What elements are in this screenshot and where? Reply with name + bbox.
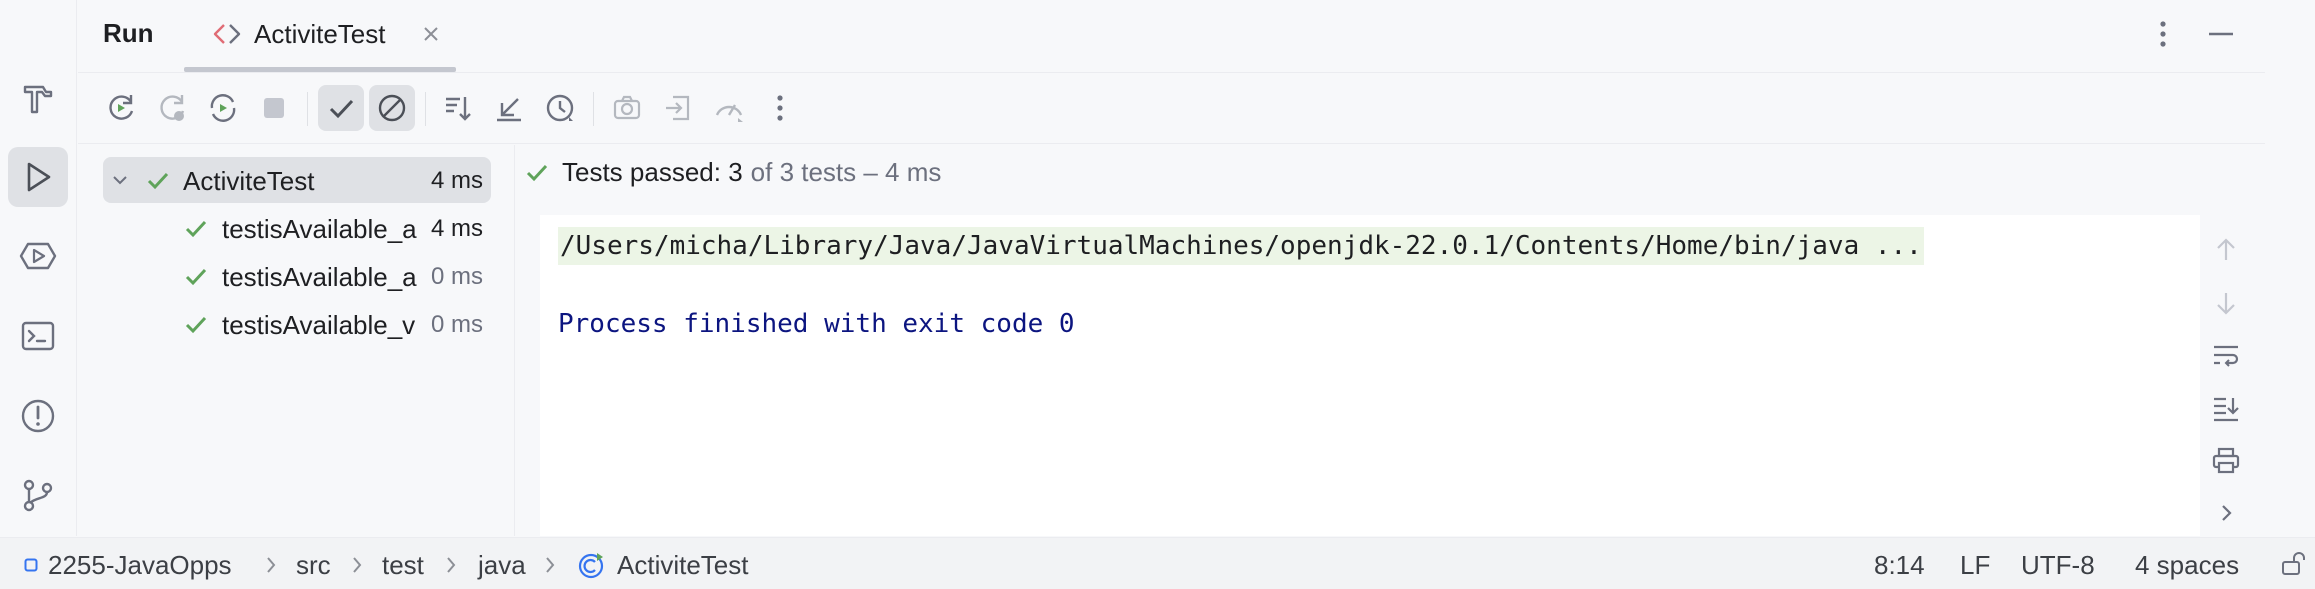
run-icon[interactable] xyxy=(8,147,68,207)
toolbar-separator xyxy=(425,92,426,126)
scroll-to-end-icon[interactable] xyxy=(2206,388,2246,428)
chevron-right-icon xyxy=(350,555,364,575)
tool-window-title: Run xyxy=(103,18,154,48)
arrow-up-icon[interactable] xyxy=(2206,230,2246,270)
history-icon[interactable] xyxy=(537,85,583,131)
test-status-line: Tests passed: 3 of 3 tests – 4 ms xyxy=(524,157,941,188)
tree-node-time: 4 ms xyxy=(430,215,483,242)
problems-icon[interactable] xyxy=(8,386,68,446)
toolbar-separator xyxy=(593,92,594,126)
tree-node-root[interactable]: ActiviteTest 4 ms xyxy=(103,157,491,203)
test-passed-icon xyxy=(183,216,209,242)
tree-node-time: 0 ms xyxy=(430,311,483,338)
tests-summary: of 3 tests – 4 ms xyxy=(750,157,942,187)
console-side-toolbar xyxy=(2190,145,2265,536)
tree-node-test[interactable]: testisAvailable_a 0 ms xyxy=(103,253,491,299)
tree-node-test[interactable]: testisAvailable_v 0 ms xyxy=(103,301,491,347)
chevron-right-icon[interactable] xyxy=(2206,493,2246,533)
test-class-icon xyxy=(577,550,607,580)
test-passed-icon xyxy=(183,312,209,338)
exit-message: Process finished with exit code 0 xyxy=(558,309,1075,339)
caret-position[interactable]: 8:14 xyxy=(1874,550,1925,581)
active-tab-indicator xyxy=(184,67,456,72)
tree-node-name: testisAvailable_a xyxy=(222,214,417,244)
tree-node-time: 4 ms xyxy=(430,167,483,194)
collapse-icon[interactable] xyxy=(486,85,532,131)
tree-node-time: 0 ms xyxy=(430,263,483,290)
arrow-down-icon[interactable] xyxy=(2206,283,2246,323)
more-vertical-icon[interactable] xyxy=(757,85,803,131)
tree-node-test[interactable]: testisAvailable_a 4 ms xyxy=(103,205,491,251)
console-panel: Tests passed: 3 of 3 tests – 4 ms /Users… xyxy=(516,145,2265,536)
breadcrumb-project[interactable]: 2255-JavaOpps xyxy=(48,550,232,581)
test-results-tree: ActiviteTest 4 ms testisAvailable_a 4 ms… xyxy=(78,145,515,536)
breadcrumb-test[interactable]: test xyxy=(382,550,424,581)
test-passed-icon xyxy=(183,264,209,290)
services-icon[interactable] xyxy=(8,226,68,286)
minimize-icon[interactable] xyxy=(2206,18,2236,52)
chevron-down-icon[interactable] xyxy=(111,171,129,189)
breadcrumb-src[interactable]: src xyxy=(296,550,331,581)
show-ignored-icon[interactable] xyxy=(369,85,415,131)
import-icon[interactable] xyxy=(655,85,701,131)
tree-node-name: testisAvailable_v xyxy=(222,310,416,340)
toggle-auto-test-icon[interactable] xyxy=(200,85,246,131)
test-passed-icon xyxy=(145,168,171,194)
status-bar: 2255-JavaOpps src test java ActiviteTest… xyxy=(0,537,2315,589)
show-passed-icon[interactable] xyxy=(318,85,364,131)
tree-node-name: ActiviteTest xyxy=(183,166,315,196)
chevron-right-icon xyxy=(264,555,278,575)
chevron-right-icon xyxy=(444,555,458,575)
line-ending[interactable]: LF xyxy=(1960,550,1990,581)
run-toolbar xyxy=(78,74,2265,144)
command-line[interactable]: /Users/micha/Library/Java/JavaVirtualMac… xyxy=(558,227,1924,265)
tool-window-strip xyxy=(0,0,77,536)
terminal-icon[interactable] xyxy=(8,306,68,366)
lock-icon[interactable] xyxy=(2280,551,2306,577)
test-diff-icon xyxy=(212,22,242,46)
sort-icon[interactable] xyxy=(435,85,481,131)
print-icon[interactable] xyxy=(2206,441,2246,481)
git-icon[interactable] xyxy=(8,465,68,525)
tests-passed-count: Tests passed: 3 xyxy=(562,157,743,187)
more-vertical-icon[interactable] xyxy=(2156,18,2170,52)
rerun-failed-icon[interactable] xyxy=(149,85,195,131)
screenshot-icon[interactable] xyxy=(604,85,650,131)
tree-node-name: testisAvailable_a xyxy=(222,262,417,292)
rerun-icon[interactable] xyxy=(98,85,144,131)
breadcrumb-java[interactable]: java xyxy=(478,550,526,581)
module-icon xyxy=(24,558,38,572)
toolbar-separator xyxy=(307,92,308,126)
test-passed-icon xyxy=(524,160,550,186)
tab-label: ActiviteTest xyxy=(254,19,386,49)
tab-activitetest[interactable]: ActiviteTest xyxy=(184,0,456,73)
console-output[interactable]: /Users/micha/Library/Java/JavaVirtualMac… xyxy=(540,215,2200,536)
close-icon[interactable] xyxy=(422,25,440,43)
stop-icon[interactable] xyxy=(251,85,297,131)
chevron-right-icon xyxy=(543,555,557,575)
build-icon[interactable] xyxy=(8,68,68,128)
indent-setting[interactable]: 4 spaces xyxy=(2135,550,2239,581)
coverage-icon[interactable] xyxy=(706,85,752,131)
file-encoding[interactable]: UTF-8 xyxy=(2021,550,2095,581)
breadcrumb-class[interactable]: ActiviteTest xyxy=(617,550,749,581)
soft-wrap-icon[interactable] xyxy=(2206,335,2246,375)
run-tool-window-header: Run ActiviteTest xyxy=(78,0,2265,73)
